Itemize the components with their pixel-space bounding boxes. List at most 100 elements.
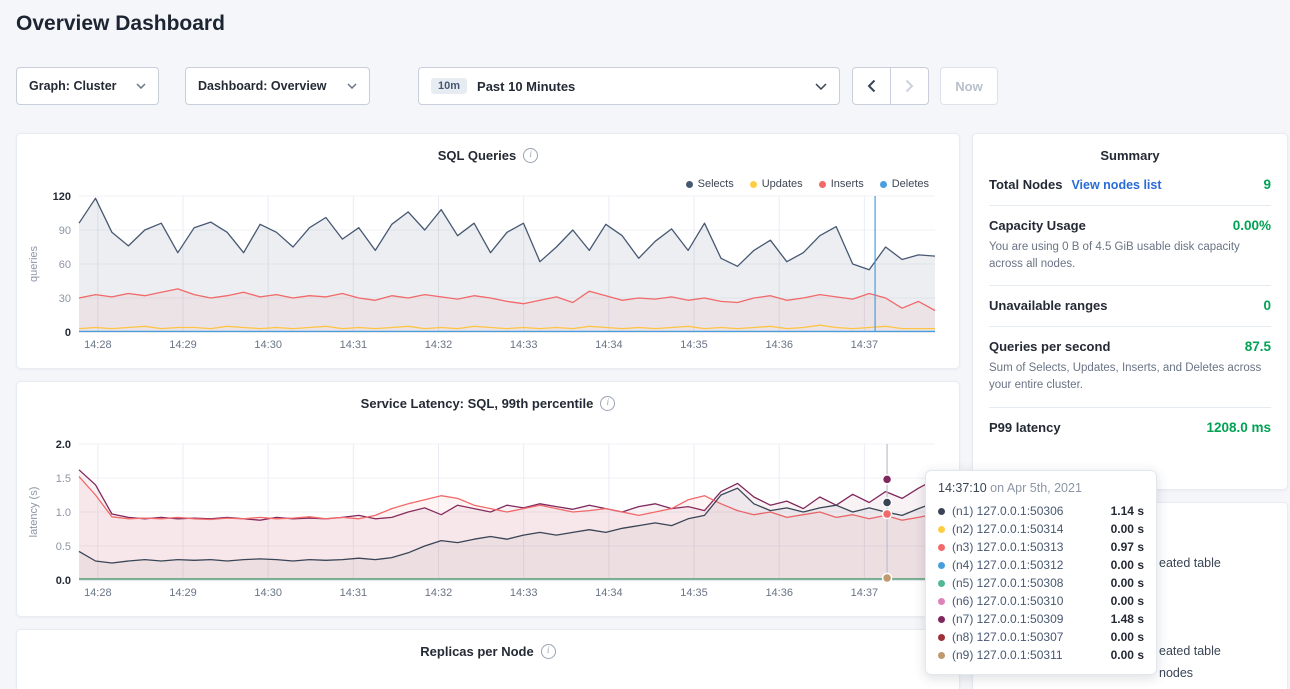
charts-column: SQL Queries i SelectsUpdatesInsertsDelet… bbox=[16, 133, 960, 689]
svg-text:14:33: 14:33 bbox=[510, 339, 538, 351]
svg-text:120: 120 bbox=[53, 191, 71, 203]
legend-dot-icon bbox=[880, 181, 887, 188]
event-item-fragment: eated table bbox=[1159, 556, 1221, 570]
summary-value: 87.5 bbox=[1245, 339, 1271, 354]
svg-text:latency (s): latency (s) bbox=[28, 487, 40, 538]
svg-text:14:31: 14:31 bbox=[340, 339, 368, 351]
tooltip-value: 0.00 s bbox=[1111, 594, 1144, 608]
legend-dot-icon bbox=[819, 181, 826, 188]
now-button[interactable]: Now bbox=[940, 67, 998, 105]
tooltip-value: 1.48 s bbox=[1111, 612, 1144, 626]
tooltip-node: (n8) 127.0.0.1:50307 bbox=[952, 630, 1063, 644]
replicas-panel: Replicas per Node i bbox=[16, 629, 960, 689]
svg-text:queries: queries bbox=[28, 245, 40, 282]
summary-row: P99 latency1208.0 ms bbox=[989, 408, 1271, 448]
svg-text:14:37: 14:37 bbox=[851, 339, 879, 351]
svg-text:1.0: 1.0 bbox=[56, 507, 71, 519]
service-latency-chart[interactable]: 0.00.51.01.52.014:2814:2914:3014:3114:32… bbox=[17, 436, 961, 614]
svg-text:14:36: 14:36 bbox=[765, 339, 793, 351]
svg-text:14:36: 14:36 bbox=[765, 587, 793, 599]
svg-text:14:30: 14:30 bbox=[254, 339, 282, 351]
chevron-down-icon bbox=[136, 83, 146, 89]
summary-label: Unavailable ranges bbox=[989, 298, 1108, 313]
tooltip-value: 0.00 s bbox=[1111, 630, 1144, 644]
chevron-left-icon bbox=[867, 79, 876, 93]
chevron-down-icon bbox=[815, 83, 827, 90]
info-icon[interactable]: i bbox=[600, 396, 615, 411]
series-dot-icon bbox=[938, 634, 945, 641]
summary-value: 0 bbox=[1263, 298, 1271, 313]
series-dot-icon bbox=[938, 598, 945, 605]
svg-text:90: 90 bbox=[59, 225, 71, 237]
event-item-fragment: eated table bbox=[1159, 644, 1221, 658]
svg-text:14:33: 14:33 bbox=[510, 587, 538, 599]
chart-title: Service Latency: SQL, 99th percentile bbox=[361, 396, 594, 411]
view-nodes-list-link[interactable]: View nodes list bbox=[1071, 178, 1161, 192]
summary-label: Total Nodes bbox=[989, 177, 1062, 192]
svg-text:14:29: 14:29 bbox=[169, 339, 197, 351]
info-icon[interactable]: i bbox=[523, 148, 538, 163]
svg-text:14:32: 14:32 bbox=[425, 339, 453, 351]
tooltip-row: (n1) 127.0.0.1:50306 1.14 s bbox=[938, 502, 1144, 520]
tooltip-node: (n1) 127.0.0.1:50306 bbox=[952, 504, 1063, 518]
tooltip-node: (n9) 127.0.0.1:50311 bbox=[952, 648, 1063, 662]
svg-text:2.0: 2.0 bbox=[56, 439, 71, 451]
tooltip-row: (n6) 127.0.0.1:50310 0.00 s bbox=[938, 592, 1144, 610]
svg-text:14:31: 14:31 bbox=[340, 587, 368, 599]
sql-queries-chart[interactable]: 030609012014:2814:2914:3014:3114:3214:33… bbox=[17, 188, 961, 366]
tooltip-row: (n2) 127.0.0.1:503140.00 s bbox=[938, 520, 1144, 538]
tooltip-row: (n7) 127.0.0.1:50309 1.48 s bbox=[938, 610, 1144, 628]
series-dot-icon bbox=[938, 580, 945, 587]
summary-label: Queries per second bbox=[989, 339, 1110, 354]
tooltip-time: 14:37:10 bbox=[938, 481, 987, 495]
svg-text:14:37: 14:37 bbox=[851, 587, 879, 599]
summary-row: Total Nodes View nodes list 9 bbox=[989, 165, 1271, 206]
series-dot-icon bbox=[938, 562, 945, 569]
time-range-picker[interactable]: 10m Past 10 Minutes bbox=[418, 67, 840, 105]
summary-row: Queries per second87.5Sum of Selects, Up… bbox=[989, 327, 1271, 407]
graph-dropdown-value: Graph: Cluster bbox=[29, 79, 117, 93]
toolbar: Graph: Cluster Dashboard: Overview 10m P… bbox=[0, 67, 1290, 105]
tooltip-node: (n7) 127.0.0.1:50309 bbox=[952, 612, 1063, 626]
overview-dashboard-page: Overview Dashboard Graph: Cluster Dashbo… bbox=[0, 0, 1290, 689]
dashboard-dropdown[interactable]: Dashboard: Overview bbox=[185, 67, 370, 105]
svg-text:14:32: 14:32 bbox=[425, 587, 453, 599]
tooltip-node: (n6) 127.0.0.1:50310 bbox=[952, 594, 1063, 608]
svg-text:14:34: 14:34 bbox=[595, 339, 623, 351]
summary-title: Summary bbox=[989, 134, 1271, 165]
chart-title: SQL Queries bbox=[438, 148, 517, 163]
svg-text:30: 30 bbox=[59, 293, 71, 305]
chart-tooltip: 14:37:10 on Apr 5th, 2021 (n1) 127.0.0.1… bbox=[925, 470, 1157, 675]
svg-text:0: 0 bbox=[65, 327, 71, 339]
chart-header: Service Latency: SQL, 99th percentile i bbox=[17, 382, 959, 411]
chart-title: Replicas per Node bbox=[420, 644, 533, 659]
page-title: Overview Dashboard bbox=[16, 12, 225, 36]
info-icon[interactable]: i bbox=[541, 644, 556, 659]
chevron-right-icon bbox=[905, 79, 914, 93]
legend-dot-icon bbox=[686, 181, 693, 188]
tooltip-row: (n3) 127.0.0.1:503130.97 s bbox=[938, 538, 1144, 556]
summary-row: Unavailable ranges 0 bbox=[989, 286, 1271, 327]
summary-value: 9 bbox=[1263, 177, 1271, 192]
svg-text:14:35: 14:35 bbox=[680, 587, 708, 599]
tooltip-value: 0.00 s bbox=[1111, 558, 1144, 572]
chart-header: Replicas per Node i bbox=[17, 630, 959, 659]
tooltip-row: (n8) 127.0.0.1:50307 0.00 s bbox=[938, 628, 1144, 646]
event-item-fragment: nodes bbox=[1159, 666, 1193, 680]
tooltip-row: (n5) 127.0.0.1:50308 0.00 s bbox=[938, 574, 1144, 592]
svg-text:14:28: 14:28 bbox=[84, 339, 112, 351]
svg-text:14:28: 14:28 bbox=[84, 587, 112, 599]
series-dot-icon bbox=[938, 544, 945, 551]
tooltip-value: 1.14 s bbox=[1111, 504, 1144, 518]
tooltip-node: (n2) 127.0.0.1:50314 bbox=[952, 522, 1063, 536]
svg-text:14:35: 14:35 bbox=[680, 339, 708, 351]
graph-dropdown[interactable]: Graph: Cluster bbox=[16, 67, 159, 105]
tooltip-title: 14:37:10 on Apr 5th, 2021 bbox=[938, 481, 1144, 495]
tooltip-value: 0.00 s bbox=[1111, 576, 1144, 590]
tooltip-node: (n5) 127.0.0.1:50308 bbox=[952, 576, 1063, 590]
prev-time-button[interactable] bbox=[852, 67, 891, 105]
next-time-button[interactable] bbox=[890, 67, 929, 105]
summary-rows: Total NodesView nodes list9Capacity Usag… bbox=[989, 165, 1271, 448]
tooltip-date: on Apr 5th, 2021 bbox=[990, 481, 1082, 495]
time-range-label: Past 10 Minutes bbox=[477, 79, 575, 94]
